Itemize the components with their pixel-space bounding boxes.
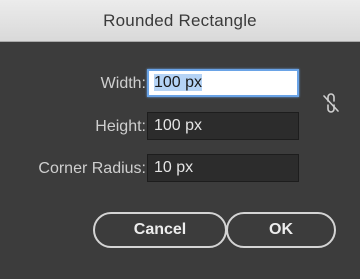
cancel-button[interactable]: Cancel <box>93 212 227 248</box>
dialog-title: Rounded Rectangle <box>103 11 257 30</box>
corner-radius-field[interactable]: 10 px <box>147 154 299 182</box>
width-field[interactable]: 100 px <box>147 69 299 97</box>
dialog-titlebar[interactable]: Rounded Rectangle <box>0 0 360 42</box>
width-label: Width: <box>100 75 146 92</box>
ok-button[interactable]: OK <box>226 212 336 248</box>
rounded-rectangle-dialog: Rounded Rectangle Width: 100 px Height: … <box>0 0 360 279</box>
width-value: 100 px <box>154 74 203 91</box>
corner-radius-label: Corner Radius: <box>38 160 146 177</box>
unlink-chain-icon[interactable] <box>322 92 340 114</box>
height-field[interactable]: 100 px <box>147 112 299 140</box>
height-label: Height: <box>95 118 146 135</box>
